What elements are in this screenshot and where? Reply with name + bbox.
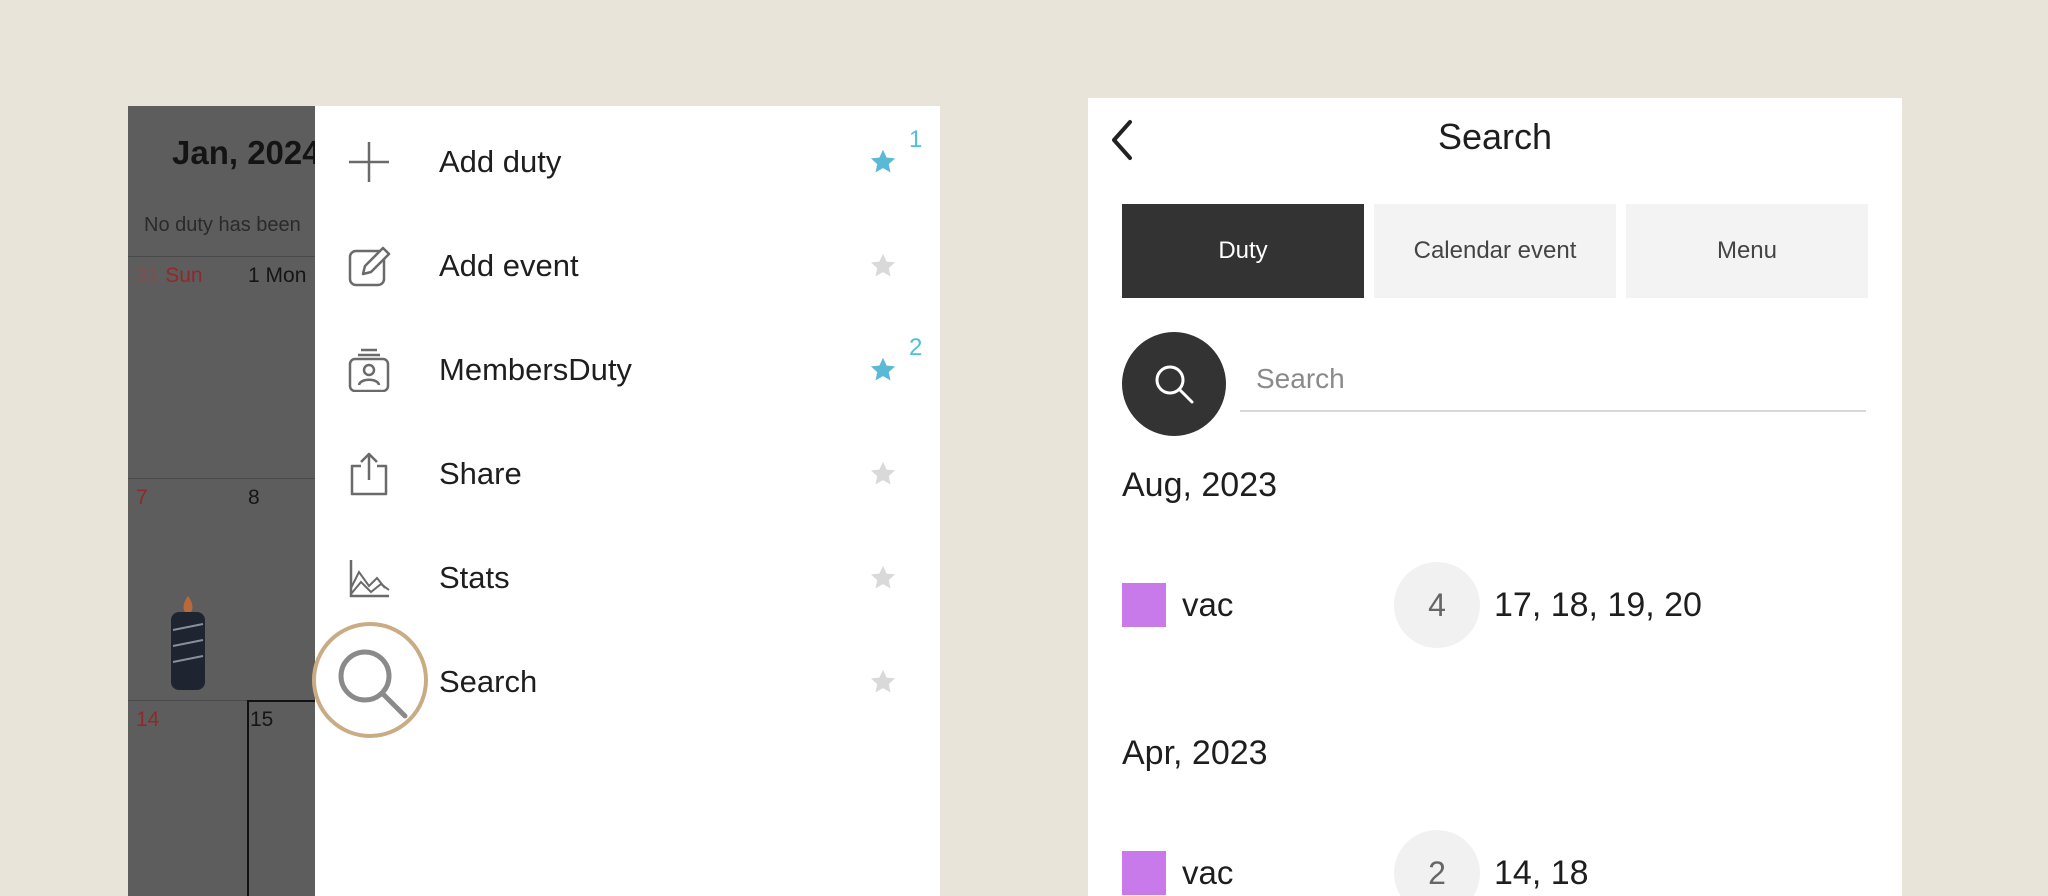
star-icon[interactable] [869,356,897,384]
weekday-sun: Sun [165,264,203,287]
page-title: Search [1437,116,1553,157]
menu-item-share[interactable]: Share [315,422,940,526]
calendar-background: Jan, 2024 No duty has been 31 Sun 1 Mon … [128,106,315,896]
star-icon[interactable] [869,252,897,280]
calendar-day-1: 1 Mon [248,264,307,287]
calendar-empty-note: No duty has been [144,214,301,236]
calendar-divider [128,256,315,257]
duty-color-swatch [1122,583,1166,627]
search-input[interactable] [1240,348,1866,412]
calendar-day-14: 14 [136,708,160,731]
tab-duty[interactable]: Duty [1122,204,1364,298]
menu-item-label: Add event [439,248,579,283]
menu-item-add-duty[interactable]: Add duty 1 [315,110,940,214]
duty-dates: 14, 18 [1494,854,1589,892]
menu-item-label: Stats [439,560,510,595]
star-icon[interactable] [869,148,897,176]
duty-name: vac [1182,854,1234,891]
tab-menu[interactable]: Menu [1626,204,1868,298]
search-icon [338,649,408,719]
favorite-order-badge: 2 [909,334,923,361]
menu-item-label: Add duty [439,144,562,179]
menu-item-label: MembersDuty [439,352,632,387]
plus-icon [349,142,389,182]
duty-color-swatch [1122,851,1166,895]
favorite-order-badge: 1 [909,126,923,153]
calendar-month-title: Jan, 2024 [172,134,315,171]
calendar-day-31: 31 Sun [136,264,203,287]
duty-count-badge: 2 [1394,830,1480,896]
menu-item-members-duty[interactable]: MembersDuty 2 [315,318,940,422]
side-menu: Add duty 1 Add event MembersDuty 2 Share… [312,106,940,896]
tab-calendar-event[interactable]: Calendar event [1374,204,1616,298]
month-heading: Aug, 2023 [1122,466,1278,504]
menu-item-search[interactable]: Search [312,622,940,738]
star-icon[interactable] [869,460,897,488]
menu-item-add-event[interactable]: Add event [315,214,940,318]
edit-icon [348,246,391,287]
duty-name: vac [1182,586,1234,623]
menu-item-label: Share [439,456,522,491]
search-button[interactable] [1122,332,1226,436]
menu-screen: Jan, 2024 No duty has been 31 Sun 1 Mon … [128,106,940,896]
calendar-day-15: 15 [250,708,274,731]
star-icon[interactable] [869,668,897,696]
calendar-day-7: 7 [136,486,148,509]
result-row[interactable]: vac 2 14, 18 [1122,830,1882,896]
members-badge-icon [348,348,390,392]
star-icon[interactable] [869,564,897,592]
candle-sticker-icon [171,596,205,690]
result-row[interactable]: vac 4 17, 18, 19, 20 [1122,562,1882,648]
search-screen: Search Duty Calendar event Menu Aug, 202… [1088,98,1902,896]
stats-chart-icon [349,560,390,598]
share-icon [350,452,388,496]
duty-count-badge: 4 [1394,562,1480,648]
month-heading: Apr, 2023 [1122,734,1268,772]
weekday-mon: Mon [265,264,307,287]
calendar-week-line [128,478,315,479]
search-icon [1155,365,1194,404]
menu-item-stats[interactable]: Stats [315,526,940,630]
duty-dates: 17, 18, 19, 20 [1494,586,1702,624]
calendar-day-8: 8 [248,486,260,509]
menu-item-label: Search [439,664,538,699]
